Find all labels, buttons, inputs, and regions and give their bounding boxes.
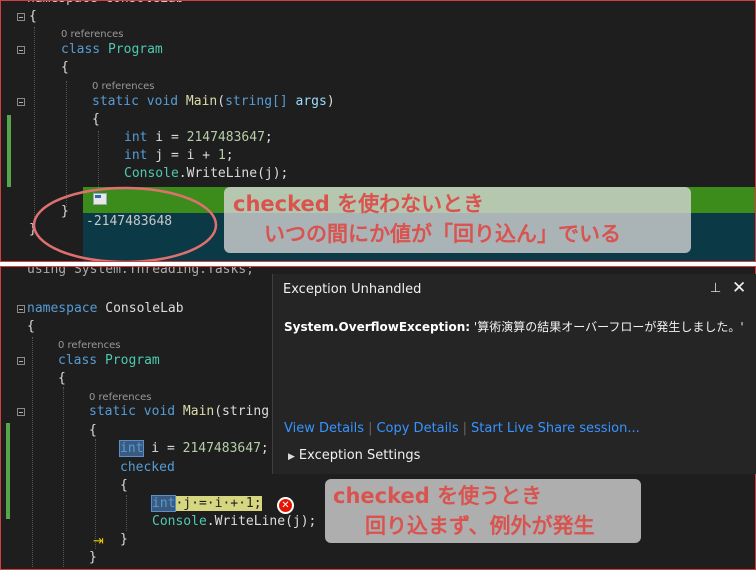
code-line-writeline: Console.WriteLine(j);	[152, 514, 317, 529]
namespace-declaration: namespace ConsoleLab	[27, 301, 184, 316]
code-line-int-j-exception: int·j·=·i·+·1;	[150, 495, 262, 512]
exception-unhandled-dialog: Exception Unhandled ⊥ ✕ System.OverflowE…	[272, 274, 756, 474]
class-declaration: class Program	[58, 353, 160, 368]
main-references-lens[interactable]: 0 references	[92, 81, 155, 92]
collapse-toggle-class[interactable]	[17, 46, 25, 54]
class-references-lens[interactable]: 0 references	[61, 29, 124, 40]
error-x-icon[interactable]: ✕	[277, 497, 294, 514]
main-references-lens[interactable]: 0 references	[89, 392, 152, 403]
execution-pointer-icon: ⇥	[93, 534, 104, 549]
highlight-ellipse	[32, 186, 218, 261]
dialog-links: View Details | Copy Details | Start Live Sha…	[284, 421, 640, 436]
collapse-toggle-class[interactable]	[17, 357, 25, 365]
class-declaration: class Program	[61, 42, 163, 57]
close-icon[interactable]: ✕	[732, 278, 746, 298]
expand-triangle-icon: ▶	[288, 452, 295, 462]
code-line-int-i: int i = 2147483647;	[118, 440, 269, 457]
annotation-line-2: いつの間にか値が「回り込ん」でいる	[264, 222, 621, 246]
class-references-lens[interactable]: 0 references	[58, 340, 121, 351]
class-brace-open: {	[58, 371, 66, 386]
code-line-writeline: Console.WriteLine(j);	[124, 166, 289, 181]
exception-message: System.OverflowException: '算術演算の結果オーバーフロ…	[284, 320, 744, 334]
pin-icon[interactable]: ⊥	[710, 281, 721, 296]
change-indicator-bar	[6, 423, 10, 519]
class-brace-open: {	[61, 60, 69, 75]
namespace-brace-open: {	[29, 9, 37, 24]
code-line-int-j: int j = i + 1;	[124, 148, 234, 163]
change-indicator-bar	[7, 115, 11, 187]
namespace-brace-open: {	[27, 319, 35, 334]
indent-guide	[95, 439, 96, 549]
main-declaration: static void Main(string[] args)	[92, 94, 335, 109]
annotation-line-2: 回り込まず、例外が発生	[365, 514, 595, 538]
collapse-toggle-namespace[interactable]	[17, 305, 25, 313]
copy-details-link[interactable]: Copy Details	[376, 421, 458, 436]
dialog-title: Exception Unhandled	[283, 282, 422, 297]
indent-guide	[98, 131, 99, 187]
using-line-partial: using System.Threading.Tasks;	[27, 266, 254, 277]
code-line-checked: checked	[120, 460, 175, 475]
indent-guide	[63, 387, 64, 567]
collapse-toggle-main[interactable]	[17, 98, 25, 106]
collapse-toggle-main[interactable]	[17, 408, 25, 416]
annotation-line-1: checked を使うとき	[333, 484, 543, 508]
annotation-box-checked: checked を使うとき 回り込まず、例外が発生	[325, 479, 641, 543]
indent-guide	[32, 337, 33, 567]
code-line-int-i: int i = 2147483647;	[124, 130, 273, 145]
checked-brace-open: {	[120, 478, 128, 493]
view-details-link[interactable]: View Details	[284, 421, 364, 436]
main-declaration: static void Main(string	[89, 404, 270, 419]
annotation-line-1: checked を使わないとき	[233, 192, 485, 216]
indent-guide	[126, 495, 127, 531]
main-brace-close: }	[89, 550, 97, 565]
live-share-link[interactable]: Start Live Share session...	[471, 421, 640, 436]
top-code-panel: namespace ConsoleLab { 0 references clas…	[0, 0, 756, 262]
exception-settings-expander[interactable]: ▶ Exception Settings	[288, 448, 420, 463]
annotation-box-unchecked: checked を使わないとき いつの間にか値が「回り込ん」でいる	[224, 187, 691, 253]
checked-brace-close: }	[120, 532, 128, 547]
collapse-toggle-namespace[interactable]	[17, 13, 25, 21]
main-brace-open: {	[92, 112, 100, 127]
namespace-line-partial: namespace ConsoleLab	[27, 1, 184, 8]
main-brace-open: {	[89, 423, 97, 438]
